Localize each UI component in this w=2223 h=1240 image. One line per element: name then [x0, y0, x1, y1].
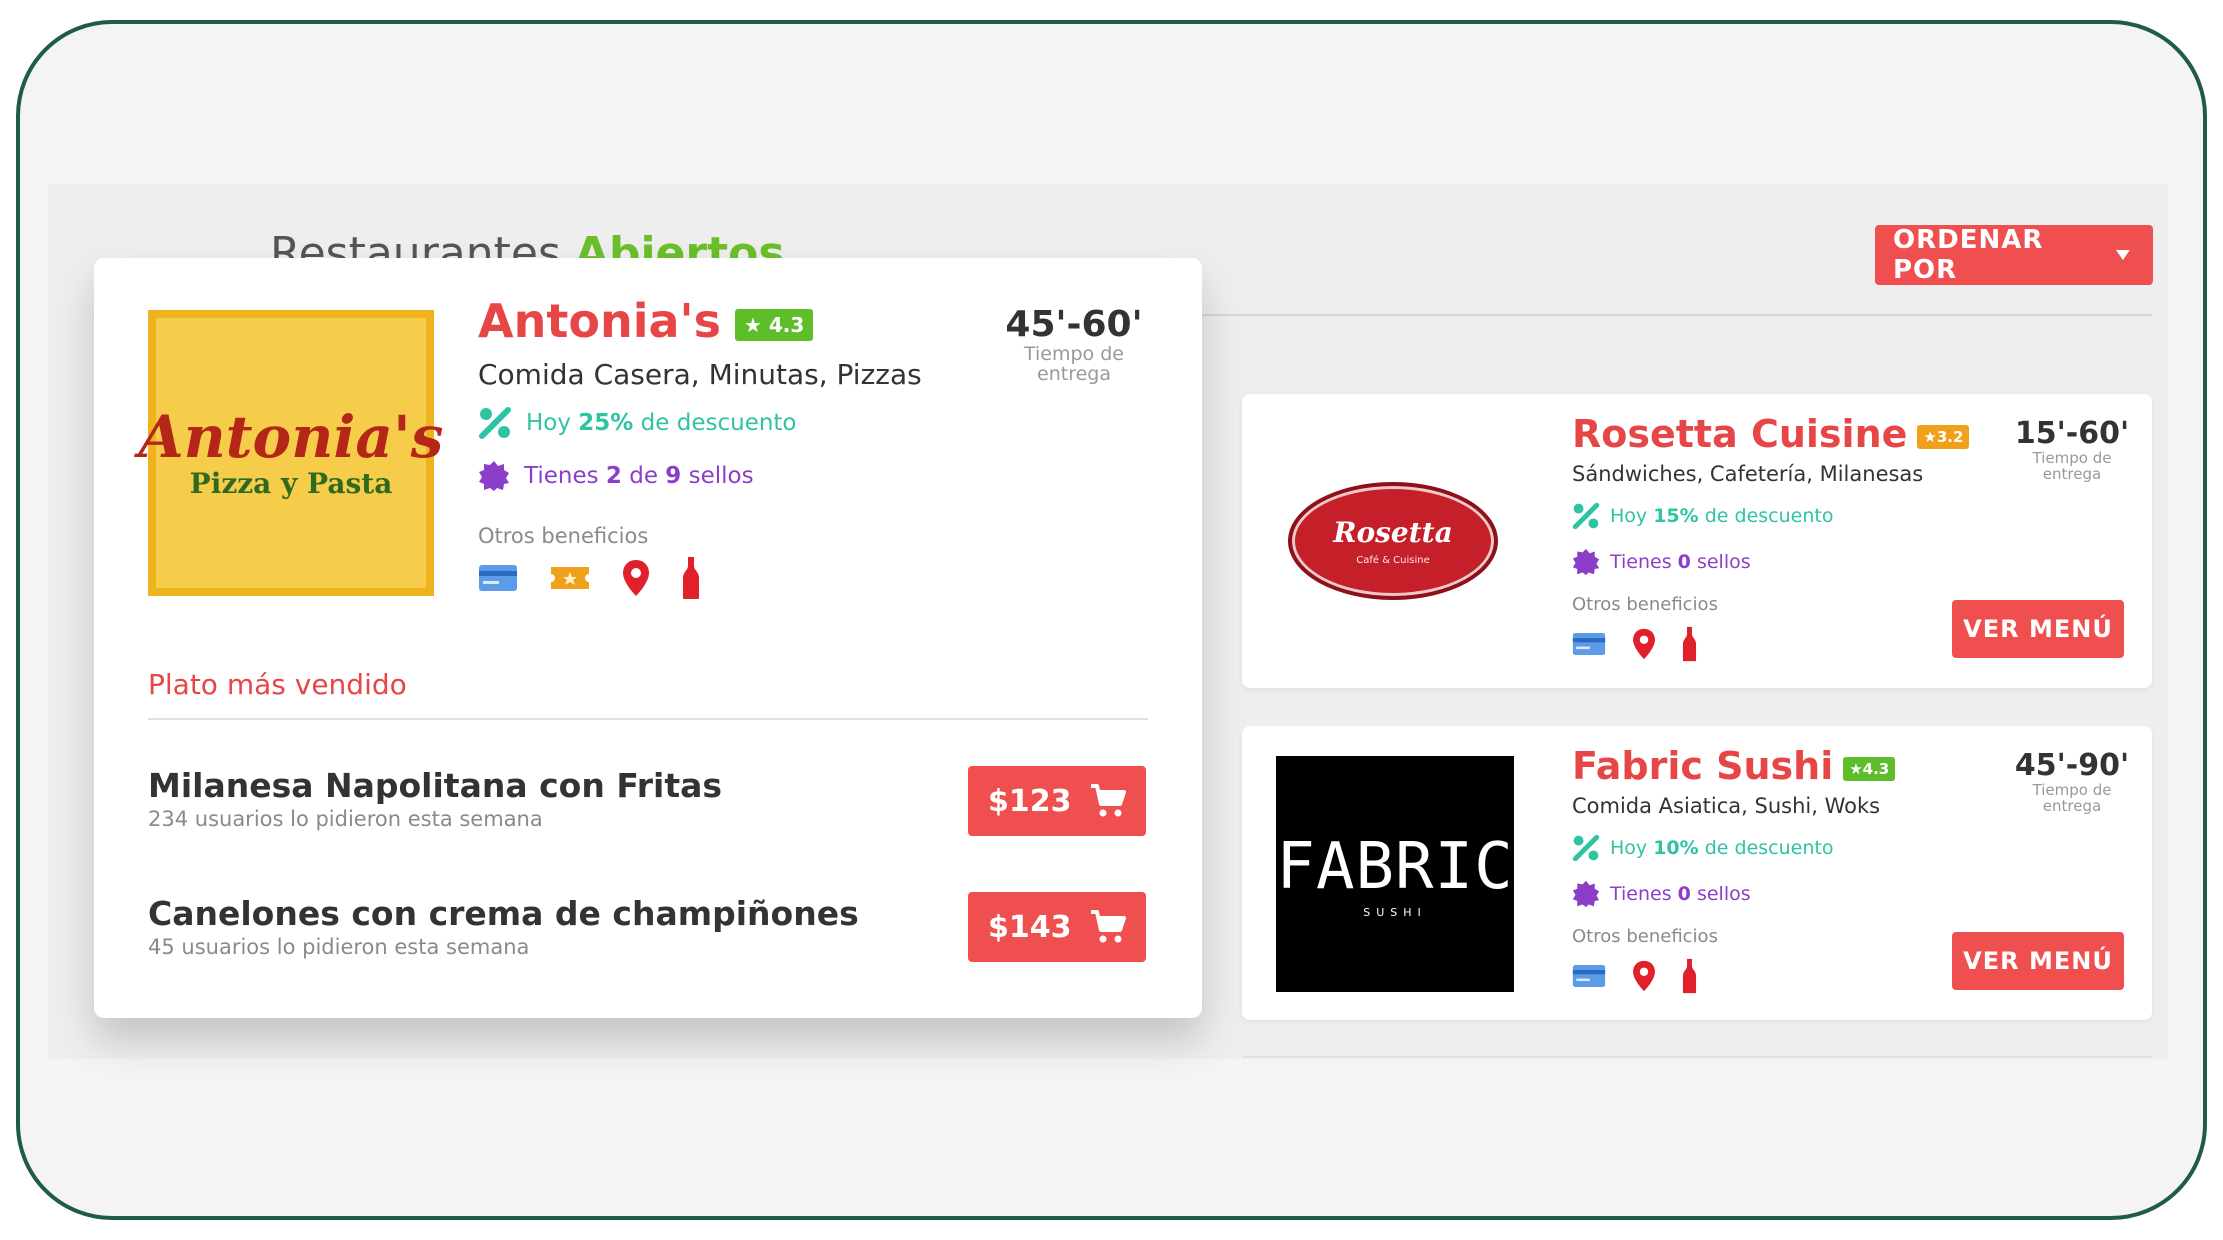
sort-button[interactable]: ORDENAR POR [1875, 225, 2153, 285]
percent-icon [1572, 834, 1600, 862]
percent-icon [479, 407, 511, 439]
location-pin-icon [1633, 960, 1655, 992]
restaurant-cuisine: Sándwiches, Cafetería, Milanesas [1572, 462, 1924, 486]
discount-row: Hoy 15% de descuento [1572, 502, 1833, 530]
restaurant-name[interactable]: Rosetta Cuisine ★3.2 [1572, 412, 1970, 456]
delivery-time: 45'-60' Tiempo de entrega [1005, 304, 1143, 385]
discount-row: Hoy 10% de descuento [1572, 834, 1833, 862]
stamps-row: Tienes 0 sellos [1572, 880, 1751, 908]
badge-icon [1572, 548, 1600, 576]
location-pin-icon [1633, 628, 1655, 660]
restaurant-card[interactable]: Rosetta Café & Cuisine Rosetta Cuisine ★3… [1242, 394, 2152, 688]
add-to-cart-button[interactable]: $123 [968, 766, 1146, 836]
benefit-icons [478, 556, 700, 600]
badge-icon [1572, 880, 1600, 908]
cart-icon [1091, 784, 1126, 817]
rating-badge: ★3.2 [1917, 424, 1970, 449]
best-seller-divider [148, 718, 1148, 720]
cart-icon [1091, 910, 1126, 943]
credit-card-icon [1572, 632, 1606, 656]
rating-badge: ★4.3 [1843, 756, 1896, 781]
credit-card-icon [1572, 964, 1606, 988]
best-seller-label: Plato más vendido [148, 668, 407, 701]
restaurant-name[interactable]: Fabric Sushi ★4.3 [1572, 744, 1896, 788]
delivery-time: 15'-60' Tiempo de entrega [2014, 416, 2130, 483]
benefit-icons [1572, 626, 1697, 662]
list-divider [1242, 1056, 2152, 1058]
other-benefits-label: Otros beneficios [1572, 594, 1718, 615]
restaurant-logo: Antonia's Pizza y Pasta [139, 310, 443, 596]
stamps-row: Tienes 2 de 9 sellos [478, 460, 754, 492]
rating-badge: ★ 4.3 [734, 308, 814, 341]
bottle-icon [683, 557, 699, 599]
stamps-row: Tienes 0 sellos [1572, 548, 1751, 576]
location-pin-icon [623, 560, 649, 596]
restaurant-card[interactable]: FABRIC SUSHI Fabric Sushi ★4.3 Comida Asi… [1242, 726, 2152, 1020]
view-menu-button[interactable]: VER MENÚ [1952, 932, 2124, 990]
featured-restaurant-card[interactable]: Antonia's Pizza y Pasta Antonia's ★ 4.3 C… [94, 258, 1202, 1018]
badge-icon [479, 461, 509, 491]
other-benefits-label: Otros beneficios [1572, 926, 1718, 947]
percent-icon [1572, 502, 1600, 530]
restaurant-logo: Rosetta Café & Cuisine [1288, 482, 1498, 600]
dish-item: Milanesa Napolitana con Fritas 234 usuar… [148, 766, 723, 831]
restaurant-name[interactable]: Antonia's ★ 4.3 [478, 294, 814, 348]
caret-down-icon [2116, 250, 2131, 260]
benefit-icons [1572, 958, 1697, 994]
delivery-time: 45'-90' Tiempo de entrega [2014, 748, 2130, 815]
restaurant-cuisine: Comida Asiatica, Sushi, Woks [1572, 794, 1881, 818]
view-menu-button[interactable]: VER MENÚ [1952, 600, 2124, 658]
dish-item: Canelones con crema de champiñones 45 us… [148, 894, 859, 959]
discount-row: Hoy 25% de descuento [478, 406, 797, 440]
header-divider [1200, 314, 2152, 316]
bottle-icon [1682, 626, 1697, 662]
bottle-icon [1682, 958, 1697, 994]
add-to-cart-button[interactable]: $143 [968, 892, 1146, 962]
credit-card-icon [479, 565, 517, 591]
restaurant-cuisine: Comida Casera, Minutas, Pizzas [478, 358, 922, 391]
restaurant-logo: FABRIC SUSHI [1276, 756, 1514, 992]
ticket-icon [551, 567, 589, 589]
other-benefits-label: Otros beneficios [478, 524, 649, 548]
